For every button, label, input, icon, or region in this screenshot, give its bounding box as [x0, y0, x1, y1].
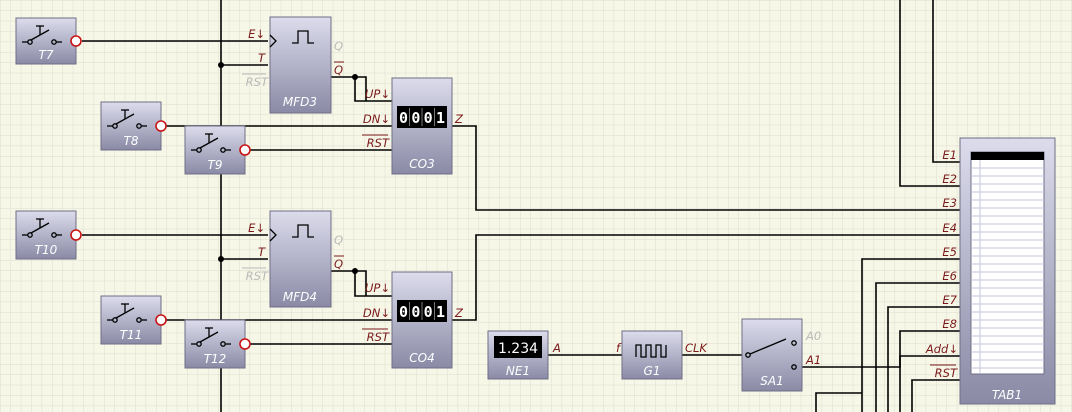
- numeric-value: 1.234: [498, 341, 538, 357]
- pin-up-label: UP↓: [365, 281, 390, 295]
- pin-a-label: A: [552, 341, 561, 355]
- generator-g1[interactable]: G1: [621, 330, 683, 380]
- output-pin-t11[interactable]: [155, 314, 167, 326]
- block-label: SA1: [760, 374, 783, 388]
- pin-e1-label: E1: [942, 148, 957, 162]
- toggle-t8[interactable]: T8: [100, 101, 162, 151]
- block-label: TAB1: [992, 388, 1022, 402]
- block-label: CO3: [409, 157, 434, 171]
- block-label: MFD3: [283, 95, 317, 109]
- pin-e5-label: E5: [942, 245, 957, 259]
- pin-qbar-label: Q: [334, 63, 343, 77]
- numeric-input-ne1[interactable]: 1.234 NE1: [487, 330, 549, 380]
- monoflop-mfd4[interactable]: MFD4: [269, 210, 332, 308]
- pin-add-label: Add↓: [925, 342, 958, 356]
- square-wave-icon: [635, 344, 667, 358]
- block-label: CO4: [409, 351, 434, 365]
- pin-t-label: T: [258, 245, 266, 259]
- toggle-t9[interactable]: T9: [184, 125, 246, 175]
- schematic-canvas: T7 T8 T9 T10 T11 T12 MFD3 E↓ T RST Q Q M…: [0, 0, 1072, 412]
- pin-rst-label: RST: [246, 269, 269, 283]
- pin-q-label: Q: [334, 39, 343, 53]
- pin-e2-label: E2: [942, 172, 957, 186]
- toggle-t11[interactable]: T11: [100, 295, 162, 345]
- toggle-label: T9: [208, 158, 223, 172]
- pin-e3-label: E3: [942, 196, 957, 210]
- toggle-label: T11: [120, 328, 143, 342]
- toggle-label: T12: [204, 352, 227, 366]
- pin-e8-label: E8: [942, 317, 957, 331]
- selector-sa1[interactable]: SA1: [741, 318, 803, 392]
- block-label: MFD4: [283, 290, 317, 304]
- pin-e-label: E↓: [248, 27, 265, 41]
- output-pin-t9[interactable]: [239, 144, 251, 156]
- monoflop-mfd3[interactable]: MFD3: [269, 16, 332, 114]
- pin-e-label: E↓: [248, 221, 265, 235]
- toggle-t12[interactable]: T12: [184, 319, 246, 369]
- toggle-label: T8: [124, 134, 139, 148]
- pin-z-label: Z: [454, 306, 464, 320]
- toggle-t10[interactable]: T10: [15, 210, 77, 260]
- toggle-label: T7: [39, 48, 54, 62]
- pin-rst-label: RST: [367, 330, 390, 344]
- block-label: NE1: [506, 364, 530, 378]
- pin-a0-label: A0: [805, 329, 821, 343]
- output-pin-t12[interactable]: [239, 338, 251, 350]
- pin-t-label: T: [258, 51, 266, 65]
- output-pin-t8[interactable]: [155, 120, 167, 132]
- pin-e7-label: E7: [942, 293, 957, 307]
- pin-e6-label: E6: [942, 269, 957, 283]
- pin-a1-label: A1: [805, 353, 821, 367]
- output-pin-t7[interactable]: [70, 35, 82, 47]
- pin-rst-label: RST: [246, 75, 269, 89]
- pin-rst-label: RST: [935, 366, 958, 380]
- block-label: G1: [644, 364, 661, 378]
- counter-co4[interactable]: 0001 CO4: [391, 271, 453, 369]
- toggle-t7[interactable]: T7: [15, 17, 77, 65]
- counter-display: 0001: [397, 300, 447, 322]
- counter-display: 0001: [397, 106, 447, 128]
- counter-co3[interactable]: 0001 CO3: [391, 77, 453, 175]
- output-pin-t10[interactable]: [70, 229, 82, 241]
- pin-qbar-label: Q: [334, 257, 343, 271]
- pin-dn-label: DN↓: [363, 112, 390, 126]
- pin-up-label: UP↓: [365, 87, 390, 101]
- pin-q-label: Q: [334, 233, 343, 247]
- toggle-label: T10: [35, 243, 58, 257]
- pin-rst-label: RST: [367, 136, 390, 150]
- pin-e4-label: E4: [942, 221, 957, 235]
- table-tab1[interactable]: TAB1: [959, 137, 1056, 405]
- pin-z-label: Z: [454, 112, 464, 126]
- pin-clk-label: CLK: [685, 341, 708, 355]
- pin-dn-label: DN↓: [363, 306, 390, 320]
